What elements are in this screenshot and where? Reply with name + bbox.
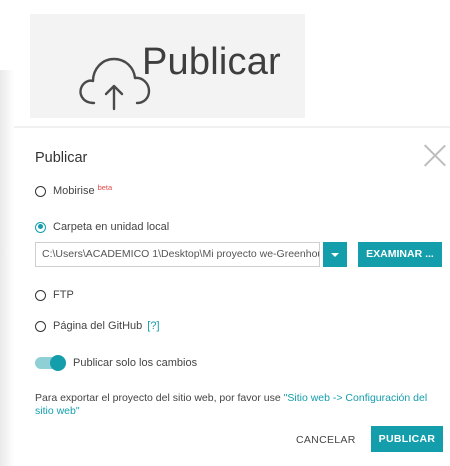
- folder-path-input[interactable]: C:\Users\ACADEMICO 1\Desktop\Mi proyecto…: [35, 242, 320, 267]
- github-help-link[interactable]: [?]: [147, 320, 159, 332]
- option-ftp[interactable]: FTP: [35, 289, 74, 301]
- only-changes-toggle-row[interactable]: Publicar solo los cambios: [35, 355, 198, 371]
- only-changes-label: Publicar solo los cambios: [73, 357, 198, 369]
- publish-button[interactable]: PUBLICAR: [371, 426, 443, 452]
- close-icon[interactable]: [424, 145, 446, 167]
- radio-github[interactable]: [35, 320, 46, 332]
- browse-button[interactable]: EXAMINAR ...: [358, 242, 442, 267]
- option-local-folder[interactable]: Carpeta en unidad local: [35, 221, 169, 233]
- cloud-upload-icon: [79, 57, 151, 111]
- radio-mobirise[interactable]: [35, 185, 46, 197]
- option-ftp-label: FTP: [53, 289, 74, 301]
- left-shadow: [0, 70, 14, 466]
- info-text-prefix: Para exportar el proyecto del sitio web,…: [35, 392, 284, 404]
- radio-ftp[interactable]: [35, 289, 46, 301]
- header-banner: Publicar: [30, 14, 305, 118]
- beta-badge: beta: [97, 182, 113, 192]
- only-changes-toggle[interactable]: [35, 355, 66, 371]
- cancel-button[interactable]: CANCELAR: [296, 434, 356, 446]
- info-text: Para exportar el proyecto del sitio web,…: [35, 392, 440, 418]
- radio-local-folder[interactable]: [35, 221, 46, 233]
- dialog-title: Publicar: [35, 150, 88, 166]
- dialog-top-edge: [14, 126, 450, 128]
- path-history-dropdown-button[interactable]: [323, 242, 347, 267]
- option-mobirise[interactable]: Mobirise beta: [35, 182, 113, 197]
- header-title: Publicar: [142, 41, 281, 83]
- option-github-label: Página del GitHub: [53, 320, 143, 332]
- option-github[interactable]: Página del GitHub [?]: [35, 320, 160, 332]
- option-mobirise-label: Mobirise: [53, 185, 95, 197]
- option-local-folder-label: Carpeta en unidad local: [53, 221, 170, 233]
